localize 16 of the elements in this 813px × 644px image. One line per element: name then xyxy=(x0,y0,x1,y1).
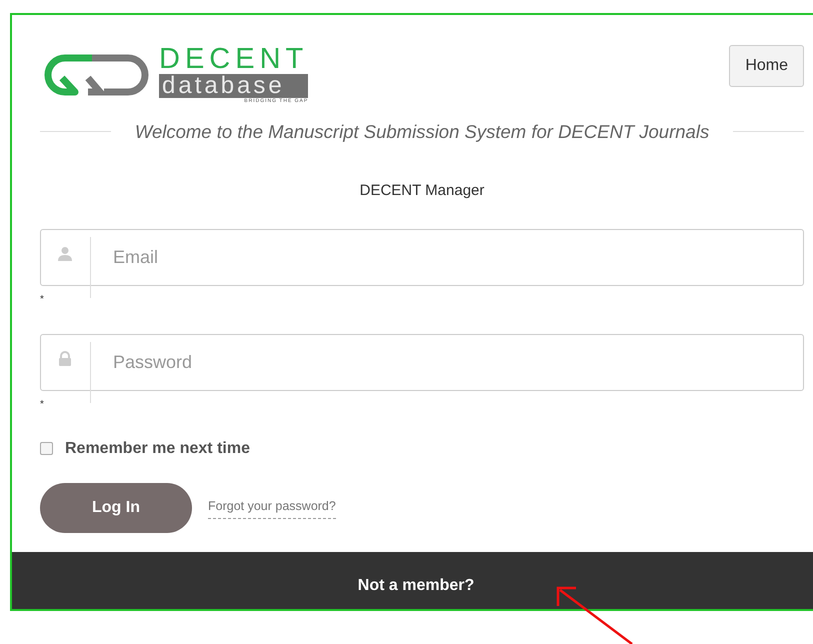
welcome-heading: Welcome to the Manuscript Submission System for DECENT Journals xyxy=(134,120,710,144)
remember-checkbox[interactable] xyxy=(40,442,53,456)
login-button[interactable]: Log In xyxy=(40,482,192,533)
logo-subtitle: database xyxy=(159,74,308,98)
manager-label: DECENT Manager xyxy=(360,182,484,200)
logo-title: DECENT xyxy=(159,45,308,74)
email-field[interactable]: Email xyxy=(40,228,804,286)
forgot-password-link[interactable]: Forgot your password? xyxy=(208,496,336,519)
home-button[interactable]: Home xyxy=(729,45,804,87)
not-a-member-link[interactable]: Not a member? xyxy=(358,574,474,598)
user-icon xyxy=(58,246,72,261)
required-mark: * xyxy=(40,294,44,305)
required-mark: * xyxy=(40,400,44,410)
password-field[interactable]: Password xyxy=(40,334,804,391)
lock-icon xyxy=(58,350,72,366)
remember-label: Remember me next time xyxy=(65,438,250,459)
